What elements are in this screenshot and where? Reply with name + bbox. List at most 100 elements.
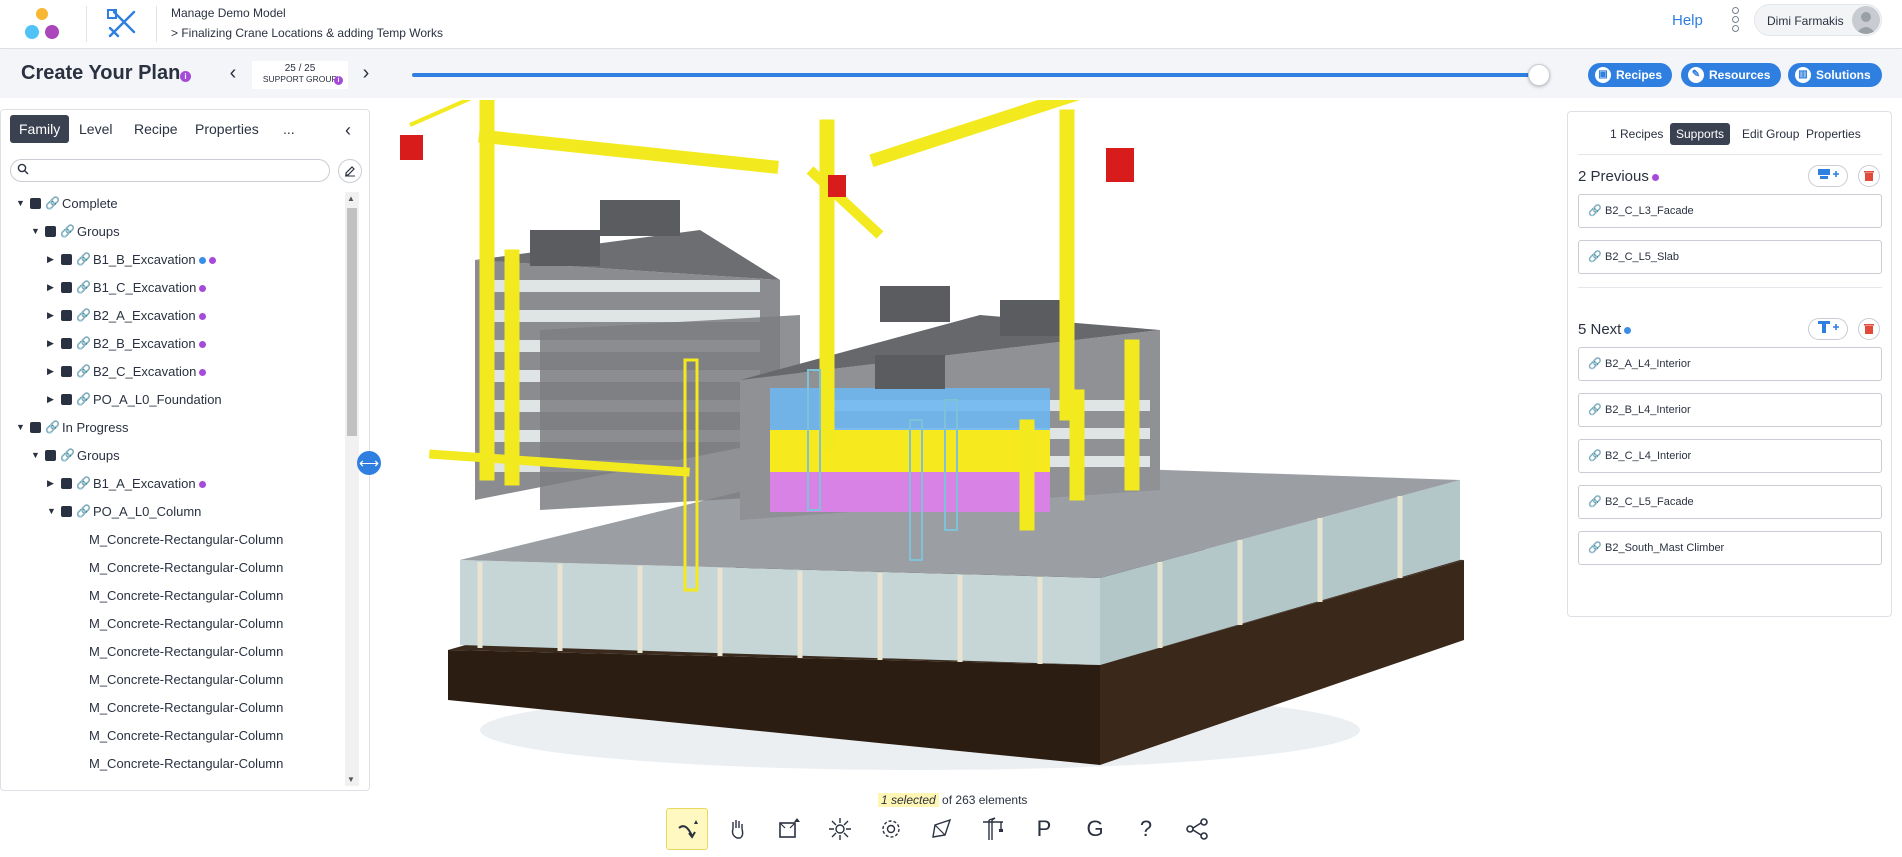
crane-tool-button[interactable]	[972, 808, 1014, 850]
next-item[interactable]: 🔗 B2_A_L4_Interior	[1578, 347, 1882, 381]
chevron-right-icon[interactable]: ▶	[47, 248, 54, 271]
tree-row[interactable]: ▶ 🔗 B1_B_Excavation	[1, 248, 341, 271]
tree-row[interactable]: M_Concrete-Rectangular-Column	[1, 724, 341, 747]
settings-tool-button[interactable]	[870, 808, 912, 850]
planner-tool-icon[interactable]	[104, 6, 140, 42]
tree-row[interactable]: ▶ 🔗 B1_C_Excavation	[1, 276, 341, 299]
chevron-right-icon[interactable]: ▶	[47, 304, 54, 327]
counter-info-icon[interactable]: i	[334, 76, 343, 85]
visibility-checkbox[interactable]	[30, 198, 41, 209]
visibility-checkbox[interactable]	[61, 394, 72, 405]
tree-row[interactable]: ▼ 🔗 PO_A_L0_Column	[1, 500, 341, 523]
collapse-panel-icon[interactable]: ‹	[345, 120, 351, 141]
tree-scrollbar[interactable]: ▲ ▼	[345, 192, 359, 786]
recipes-button[interactable]: ▣ Recipes	[1588, 63, 1672, 87]
visibility-checkbox[interactable]	[61, 506, 72, 517]
more-menu-icon[interactable]	[1730, 6, 1740, 36]
tree-row[interactable]: ▼ 🔗 Complete	[1, 192, 341, 215]
delete-next-button[interactable]	[1858, 318, 1880, 340]
tree-row[interactable]: ▼ 🔗 Groups	[1, 220, 341, 243]
visibility-checkbox[interactable]	[45, 450, 56, 461]
tree-row[interactable]: ▼ 🔗 In Progress	[1, 416, 341, 439]
markup-tool-button[interactable]	[921, 808, 963, 850]
visibility-checkbox[interactable]	[45, 226, 56, 237]
visibility-checkbox[interactable]	[61, 478, 72, 489]
section-box-tool-button[interactable]	[768, 808, 810, 850]
app-logo[interactable]	[20, 6, 64, 42]
chevron-down-icon[interactable]: ▼	[31, 444, 40, 467]
visibility-checkbox[interactable]	[61, 310, 72, 321]
add-next-button[interactable]	[1808, 318, 1848, 340]
help-link[interactable]: Help	[1672, 12, 1703, 29]
tree-row[interactable]: M_Concrete-Rectangular-Column	[1, 640, 341, 663]
delete-previous-button[interactable]	[1858, 165, 1880, 187]
tree-row[interactable]: ▶ 🔗 B1_A_Excavation	[1, 472, 341, 495]
chevron-down-icon[interactable]: ▼	[16, 192, 25, 215]
tab-more[interactable]: ...	[274, 115, 304, 143]
tree-row[interactable]: M_Concrete-Rectangular-Column	[1, 668, 341, 691]
timeline-slider-thumb[interactable]	[1528, 64, 1550, 86]
tab-edit-group[interactable]: Edit Group	[1736, 123, 1805, 145]
tab-group-properties[interactable]: Properties	[1800, 123, 1867, 145]
next-item[interactable]: 🔗 B2_C_L5_Facade	[1578, 485, 1882, 519]
previous-item[interactable]: 🔗 B2_C_L3_Facade	[1578, 194, 1882, 228]
tree-row[interactable]: ▼ 🔗 Groups	[1, 444, 341, 467]
tree-row[interactable]: ▶ 🔗 PO_A_L0_Foundation	[1, 388, 341, 411]
tab-level[interactable]: Level	[70, 115, 121, 143]
next-group-button[interactable]: ›	[353, 61, 379, 87]
select-tool-button[interactable]	[666, 808, 708, 850]
chevron-right-icon[interactable]: ▶	[47, 360, 54, 383]
visibility-checkbox[interactable]	[61, 366, 72, 377]
scroll-up-icon[interactable]: ▲	[347, 194, 355, 203]
previous-item[interactable]: 🔗 B2_C_L5_Slab	[1578, 240, 1882, 274]
next-item[interactable]: 🔗 B2_B_L4_Interior	[1578, 393, 1882, 427]
tree-row[interactable]: M_Concrete-Rectangular-Column	[1, 556, 341, 579]
tree-row[interactable]: M_Concrete-Rectangular-Column	[1, 528, 341, 551]
info-icon[interactable]: i	[180, 71, 191, 82]
tab-supports[interactable]: Supports	[1670, 123, 1731, 145]
p-tool-button[interactable]: P	[1023, 808, 1065, 850]
tree-row[interactable]: ▶ 🔗 B2_A_Excavation	[1, 304, 341, 327]
g-tool-button[interactable]: G	[1074, 808, 1116, 850]
edit-button[interactable]	[338, 159, 362, 183]
add-previous-button[interactable]	[1808, 165, 1848, 187]
tree-row[interactable]: M_Concrete-Rectangular-Column	[1, 752, 341, 775]
tree-row[interactable]: ▶ 🔗 B2_B_Excavation	[1, 332, 341, 355]
visibility-checkbox[interactable]	[61, 254, 72, 265]
tab-recipe[interactable]: Recipe	[125, 115, 187, 143]
chevron-down-icon[interactable]: ▼	[47, 500, 56, 523]
next-item[interactable]: 🔗 B2_South_Mast Climber	[1578, 531, 1882, 565]
tree-row[interactable]: M_Concrete-Rectangular-Column	[1, 696, 341, 719]
resources-button[interactable]: ✎ Resources	[1681, 63, 1781, 87]
scroll-down-icon[interactable]: ▼	[347, 775, 355, 784]
chevron-right-icon[interactable]: ▶	[47, 472, 54, 495]
tab-family[interactable]: Family	[10, 115, 70, 143]
visibility-checkbox[interactable]	[61, 338, 72, 349]
chevron-right-icon[interactable]: ▶	[47, 332, 54, 355]
tab-properties[interactable]: Properties	[186, 115, 268, 143]
breadcrumb[interactable]: > Finalizing Crane Locations & adding Te…	[171, 26, 443, 40]
tree-row[interactable]: M_Concrete-Rectangular-Column	[1, 584, 341, 607]
help-tool-button[interactable]: ?	[1125, 808, 1167, 850]
chevron-right-icon[interactable]: ▶	[47, 388, 54, 411]
tab-recipes[interactable]: 1 Recipes	[1604, 123, 1669, 145]
solutions-button[interactable]: ▥ Solutions	[1788, 63, 1882, 87]
user-menu[interactable]: Dimi Farmakis	[1754, 4, 1882, 36]
tree-row[interactable]: M_Concrete-Rectangular-Column	[1, 612, 341, 635]
model-title[interactable]: Manage Demo Model	[171, 6, 286, 20]
pan-tool-button[interactable]	[717, 808, 759, 850]
chevron-right-icon[interactable]: ▶	[47, 276, 54, 299]
explode-tool-button[interactable]	[819, 808, 861, 850]
tree-row[interactable]: ▶ 🔗 B2_C_Excavation	[1, 360, 341, 383]
previous-group-button[interactable]: ‹	[220, 61, 246, 87]
visibility-checkbox[interactable]	[30, 422, 41, 433]
search-input[interactable]	[10, 159, 330, 182]
chevron-down-icon[interactable]: ▼	[16, 416, 25, 439]
scrollbar-thumb[interactable]	[347, 208, 357, 436]
next-item[interactable]: 🔗 B2_C_L4_Interior	[1578, 439, 1882, 473]
3d-viewport[interactable]	[400, 100, 1550, 780]
visibility-checkbox[interactable]	[61, 282, 72, 293]
timeline-slider[interactable]	[412, 73, 1542, 77]
share-tool-button[interactable]	[1176, 808, 1218, 850]
resize-handle-icon[interactable]: ⟷	[357, 451, 381, 475]
